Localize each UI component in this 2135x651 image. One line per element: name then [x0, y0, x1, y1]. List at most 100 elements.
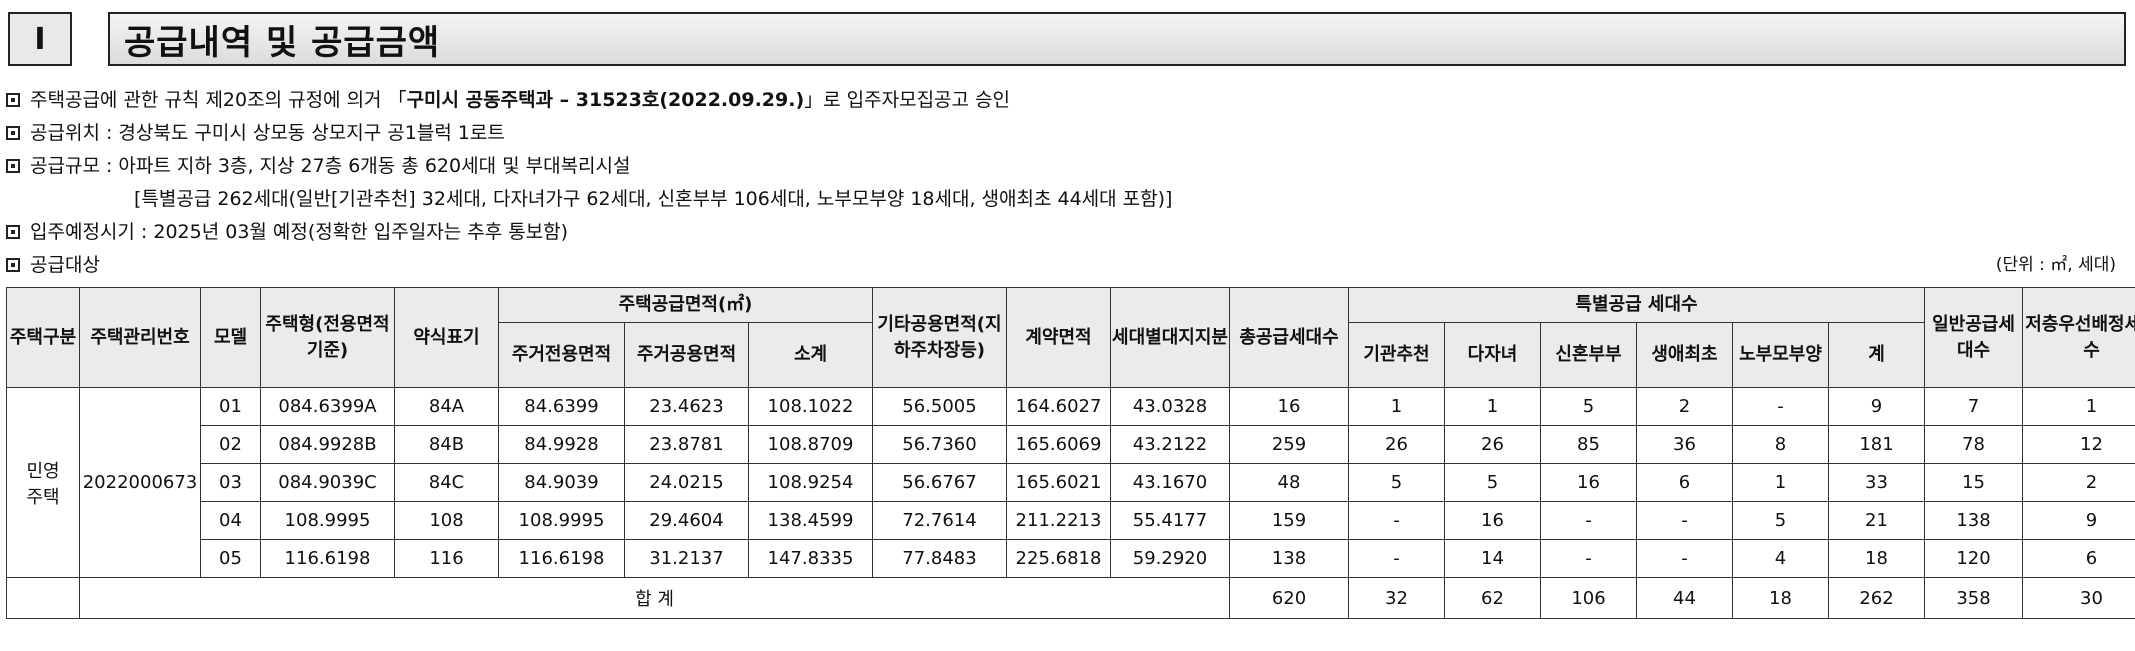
cell-contract: 164.6027 [1006, 387, 1111, 426]
table-row: 02 084.9928B 84B 84.9928 23.8781 108.870… [7, 425, 2135, 464]
cell-common: 24.0215 [624, 463, 749, 502]
note-scale: 공급규모 : 아파트 지하 3층, 지상 27층 6개동 총 620세대 및 부… [6, 150, 2126, 183]
cell-common: 23.4623 [624, 387, 749, 426]
header-supply-area: 주택공급면적(㎡) [498, 287, 873, 323]
cell-other-common: 77.8483 [872, 539, 1007, 578]
cell-exclusive: 84.9039 [498, 463, 625, 502]
header-special-sum: 계 [1828, 322, 1925, 388]
cell-abbr: 84A [394, 387, 499, 426]
cell-other-common: 56.6767 [872, 463, 1007, 502]
cell-other-common: 72.7614 [872, 501, 1007, 540]
cell-subtotal: 108.1022 [748, 387, 873, 426]
section-number: I [8, 12, 72, 66]
cell-other-common: 56.7360 [872, 425, 1007, 464]
cell-special-sum: 9 [1828, 387, 1925, 426]
cell-land-share: 43.2122 [1110, 425, 1230, 464]
cell-exclusive: 116.6198 [498, 539, 625, 578]
cell-low-floor: 12 [2022, 425, 2135, 464]
cell-total-units: 138 [1229, 539, 1349, 578]
cell-model: 02 [200, 425, 261, 464]
cell-special-sum: 21 [1828, 501, 1925, 540]
cell-general: 138 [1924, 501, 2023, 540]
cell-firsttime: - [1636, 539, 1733, 578]
cell-agency: 1 [1348, 387, 1445, 426]
cell-multichild: 14 [1444, 539, 1541, 578]
cell-subtotal: 147.8335 [748, 539, 873, 578]
mgmt-no-cell: 2022000673 [79, 387, 201, 578]
cell-abbr: 116 [394, 539, 499, 578]
cell-special-sum: 33 [1828, 463, 1925, 502]
cell-elderly: 5 [1732, 501, 1829, 540]
notes-list: 주택공급에 관한 규칙 제20조의 규정에 의거 「구미시 공동주택과 – 31… [6, 84, 2126, 282]
cell-common: 31.2137 [624, 539, 749, 578]
header-common: 주거공용면적 [624, 322, 749, 388]
cell-multichild: 1 [1444, 387, 1541, 426]
cell-exclusive: 84.6399 [498, 387, 625, 426]
header-abbr: 약식표기 [394, 287, 499, 388]
cell-model: 03 [200, 463, 261, 502]
cell-firsttime: 2 [1636, 387, 1733, 426]
cell-contract: 165.6069 [1006, 425, 1111, 464]
cell-multichild: 5 [1444, 463, 1541, 502]
cell-elderly: - [1732, 387, 1829, 426]
supply-table: 주택구분 주택관리번호 모델 주택형(전용면적기준) 약식표기 주택공급면적(㎡… [6, 287, 2135, 619]
cell-contract: 211.2213 [1006, 501, 1111, 540]
cell-low-floor: 6 [2022, 539, 2135, 578]
cell-common: 29.4604 [624, 501, 749, 540]
cell-general: 7 [1924, 387, 2023, 426]
cell-land-share: 43.0328 [1110, 387, 1230, 426]
total-newlywed: 106 [1540, 577, 1637, 619]
cell-firsttime: 36 [1636, 425, 1733, 464]
cell-firsttime: 6 [1636, 463, 1733, 502]
cell-model: 04 [200, 501, 261, 540]
header-elderly: 노부모부양 [1732, 322, 1829, 388]
header-mgmt-no: 주택관리번호 [79, 287, 201, 388]
cell-model: 05 [200, 539, 261, 578]
header-land-share: 세대별대지지분 [1110, 287, 1230, 388]
total-units: 620 [1229, 577, 1349, 619]
square-bullet-icon [6, 93, 20, 107]
section-title: 공급내역 및 공급금액 [108, 12, 2126, 66]
unit-label: (단위 : ㎡, 세대) [1995, 255, 2116, 275]
cell-land-share: 43.1670 [1110, 463, 1230, 502]
cell-newlywed: - [1540, 539, 1637, 578]
blank-cell [6, 577, 80, 619]
cell-total-units: 48 [1229, 463, 1349, 502]
cell-type: 084.9039C [260, 463, 395, 502]
total-label: 합 계 [79, 577, 1230, 619]
cell-low-floor: 9 [2022, 501, 2135, 540]
cell-low-floor: 2 [2022, 463, 2135, 502]
cell-type: 084.9928B [260, 425, 395, 464]
total-multichild: 62 [1444, 577, 1541, 619]
cell-abbr: 108 [394, 501, 499, 540]
header-contract-area: 계약면적 [1006, 287, 1111, 388]
cell-agency: - [1348, 539, 1445, 578]
cell-newlywed: 85 [1540, 425, 1637, 464]
total-elderly: 18 [1732, 577, 1829, 619]
note-move-in: 입주예정시기 : 2025년 03월 예정(정확한 입주일자는 추후 통보함) [6, 216, 2126, 249]
total-general: 358 [1924, 577, 2023, 619]
cell-newlywed: 16 [1540, 463, 1637, 502]
cell-type: 116.6198 [260, 539, 395, 578]
table-row: 민영 주택 2022000673 01 084.6399A 84A 84.6399… [6, 387, 2135, 578]
total-special-sum: 262 [1828, 577, 1925, 619]
header-firsttime: 생애최초 [1636, 322, 1733, 388]
square-bullet-icon [6, 258, 20, 272]
note-location: 공급위치 : 경상북도 구미시 상모동 상모지구 공1블럭 1로트 [6, 117, 2126, 150]
cell-general: 15 [1924, 463, 2023, 502]
header-total-units: 총공급세대수 [1229, 287, 1349, 388]
cell-other-common: 56.5005 [872, 387, 1007, 426]
cell-exclusive: 84.9928 [498, 425, 625, 464]
square-bullet-icon [6, 225, 20, 239]
cell-model: 01 [200, 387, 261, 426]
cell-elderly: 4 [1732, 539, 1829, 578]
header-multichild: 다자녀 [1444, 322, 1541, 388]
cell-common: 23.8781 [624, 425, 749, 464]
cell-exclusive: 108.9995 [498, 501, 625, 540]
cell-general: 120 [1924, 539, 2023, 578]
header-unit-type: 주택형(전용면적기준) [260, 287, 395, 388]
cell-agency: - [1348, 501, 1445, 540]
header-general: 일반공급세대수 [1924, 287, 2023, 388]
cell-elderly: 1 [1732, 463, 1829, 502]
header-subtotal: 소계 [748, 322, 873, 388]
